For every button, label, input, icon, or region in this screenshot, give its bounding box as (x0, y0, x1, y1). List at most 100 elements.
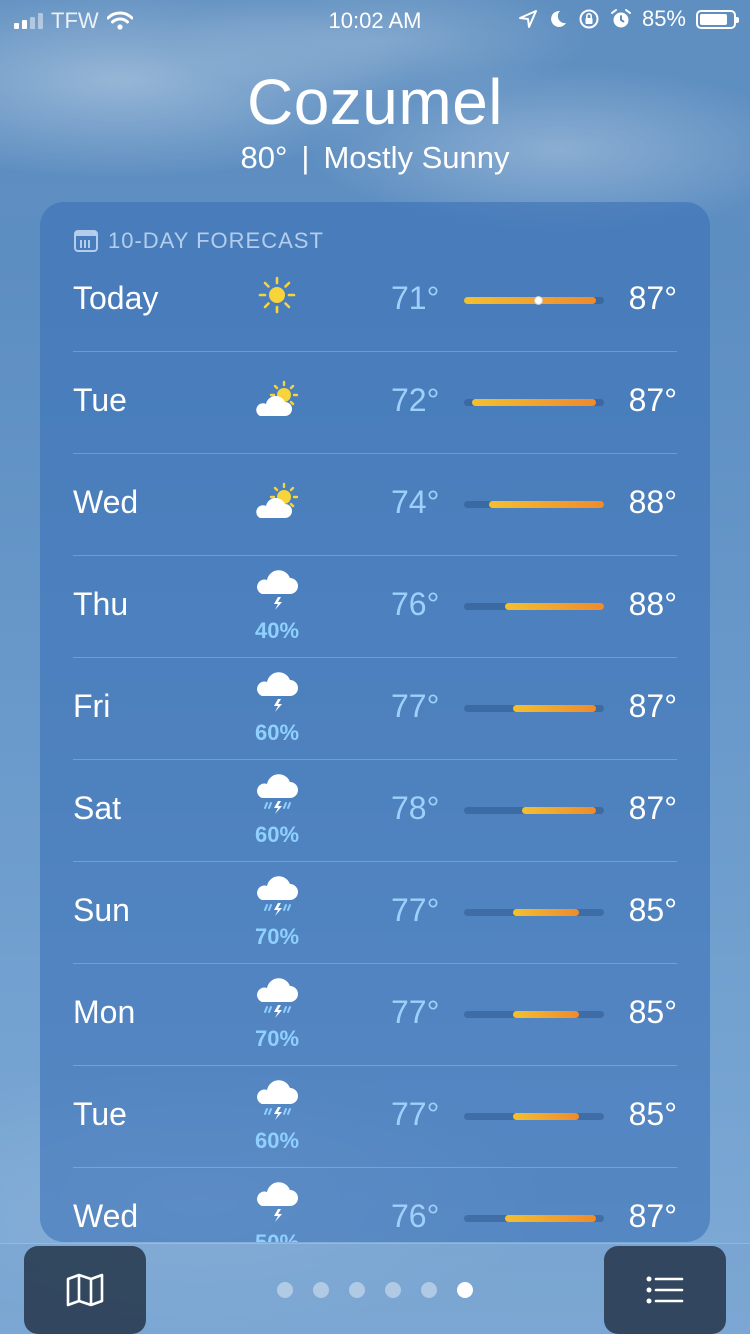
low-temperature: 71° (391, 280, 440, 316)
high-temperature: 87° (628, 790, 677, 826)
thunderstorm-rain-icon: 70% (245, 874, 309, 954)
thunderstorm-rain-icon: 60% (245, 772, 309, 852)
do-not-disturb-moon-icon (551, 10, 566, 27)
forecast-row[interactable]: Tue 72° 87° (73, 352, 677, 454)
thunderstorm-rain-icon: 60% (245, 1078, 309, 1158)
city-name: Cozumel (246, 66, 504, 138)
low-temperature: 78° (391, 790, 440, 826)
temperature-range-fill (464, 297, 596, 304)
forecast-day: Fri (73, 688, 111, 724)
forecast-day: Mon (73, 994, 136, 1030)
cloud-lightning-icon: 50% (245, 1180, 309, 1242)
temperature-range-fill (513, 1011, 580, 1018)
precipitation-chance: 60% (254, 720, 300, 745)
temperature-range-fill (513, 909, 580, 916)
list-icon (646, 1276, 684, 1304)
forecast-row[interactable]: Sun 70% 77° 85° (73, 862, 677, 964)
temperature-range-fill (505, 603, 604, 610)
sun-icon (245, 266, 309, 346)
temperature-range-fill (513, 705, 596, 712)
low-temperature: 72° (391, 382, 440, 418)
forecast-day: Wed (73, 1198, 139, 1234)
temperature-range-bar (464, 1113, 604, 1120)
temperature-range-bar (464, 296, 604, 305)
temperature-range-bar (464, 399, 604, 406)
forecast-list: Today 71° 87° Tue 72° 87° Wed 74° 88° Thu 40% 76° 88… (73, 250, 677, 1242)
forecast-row[interactable]: Wed 50% 76° 87° (73, 1168, 677, 1242)
precipitation-chance: 60% (254, 1128, 300, 1153)
high-temperature: 85° (628, 1096, 677, 1132)
status-right: 85% (518, 6, 739, 32)
temperature-range-fill (505, 1215, 596, 1222)
battery-icon (696, 9, 739, 29)
low-temperature: 77° (391, 994, 440, 1030)
cloud-lightning-icon: 40% (245, 568, 309, 648)
precipitation-chance: 40% (254, 618, 300, 643)
high-temperature: 85° (628, 892, 677, 928)
high-temperature: 87° (628, 382, 677, 418)
current-temperature-dot (533, 296, 543, 305)
temperature-range-bar (464, 603, 604, 610)
forecast-day: Sun (73, 892, 130, 928)
calendar-icon (74, 230, 98, 252)
page-dot[interactable] (313, 1282, 329, 1298)
low-temperature: 76° (391, 1198, 440, 1234)
temperature-range-fill (472, 399, 596, 406)
page-dot[interactable] (385, 1282, 401, 1298)
forecast-row[interactable]: Today 71° 87° (73, 250, 677, 352)
battery-percent: 85% (641, 6, 686, 31)
precipitation-chance: 50% (245, 1230, 309, 1242)
temperature-range-fill (513, 1113, 580, 1120)
forecast-day: Thu (73, 586, 129, 622)
location-header: Cozumel 80° | Mostly Sunny (0, 64, 750, 176)
forecast-day: Tue (73, 1096, 127, 1132)
forecast-card[interactable]: 10-DAY FORECAST Today 71° 87° Tue 72° 87° Wed 7… (40, 202, 710, 1242)
forecast-row[interactable]: Wed 74° 88° (73, 454, 677, 556)
alarm-icon (610, 9, 631, 28)
page-dot[interactable] (277, 1282, 293, 1298)
temperature-range-bar (464, 807, 604, 814)
low-temperature: 77° (391, 688, 440, 724)
low-temperature: 74° (391, 484, 440, 520)
precipitation-chance: 60% (254, 822, 300, 847)
forecast-day: Wed (73, 484, 139, 520)
forecast-row[interactable]: Mon 70% 77° 85° (73, 964, 677, 1066)
thunderstorm-rain-icon: 70% (245, 976, 309, 1056)
temperature-range-bar (464, 909, 604, 916)
page-dot[interactable] (349, 1282, 365, 1298)
temperature-range-fill (488, 501, 604, 508)
cloud-lightning-icon: 60% (245, 670, 309, 750)
low-temperature: 77° (391, 1096, 440, 1132)
separator: | (301, 140, 310, 175)
high-temperature: 87° (628, 280, 677, 316)
precipitation-chance: 70% (254, 924, 300, 949)
status-bar: TFW 10:02 AM 85% (0, 0, 750, 40)
list-button[interactable] (604, 1246, 726, 1334)
forecast-row[interactable]: Thu 40% 76° 88° (73, 556, 677, 658)
forecast-row[interactable]: Tue 60% 77° 85° (73, 1066, 677, 1168)
page-dot-active[interactable] (457, 1282, 473, 1298)
temperature-range-bar (464, 705, 604, 712)
battery-fill (700, 13, 727, 25)
location-arrow-icon (518, 10, 537, 28)
temperature-range-fill (521, 807, 596, 814)
temperature-range-bar (464, 1215, 604, 1222)
temperature-range-bar (464, 1011, 604, 1018)
high-temperature: 88° (628, 586, 677, 622)
high-temperature: 87° (628, 1198, 677, 1234)
temperature-range-bar (464, 501, 604, 508)
forecast-row[interactable]: Sat 60% 78° 87° (73, 760, 677, 862)
high-temperature: 87° (628, 688, 677, 724)
current-temperature: 80° (240, 140, 288, 175)
low-temperature: 76° (391, 586, 440, 622)
forecast-day: Today (73, 280, 159, 316)
page-dot[interactable] (421, 1282, 437, 1298)
partly-cloudy-icon (245, 470, 309, 550)
current-condition: Mostly Sunny (323, 140, 510, 175)
partly-cloudy-icon (245, 368, 309, 448)
high-temperature: 88° (628, 484, 677, 520)
forecast-row[interactable]: Fri 60% 77° 87° (73, 658, 677, 760)
orientation-lock-icon (579, 9, 599, 29)
forecast-day: Tue (73, 382, 127, 418)
current-conditions: 80° | Mostly Sunny (0, 140, 750, 176)
